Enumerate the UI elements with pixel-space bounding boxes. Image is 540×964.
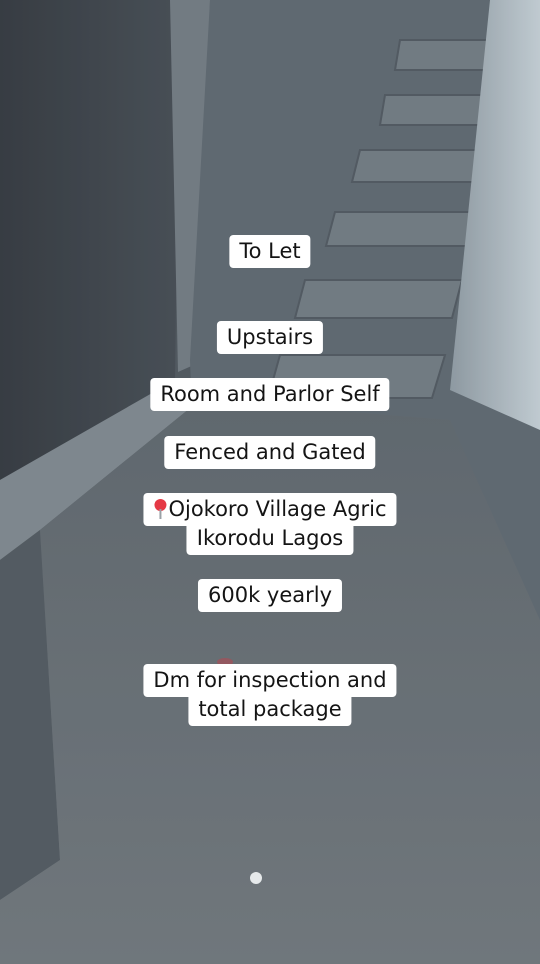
caption-location: Ojokoro Village Agric Ikorodu Lagos	[143, 493, 397, 555]
caption-upstairs: Upstairs	[216, 321, 324, 354]
caption-location-line2-box: Ikorodu Lagos	[186, 522, 354, 555]
caption-contact-line2: total package	[198, 697, 342, 721]
caption-room-type-text: Room and Parlor Self	[150, 378, 390, 411]
staircase-background	[0, 0, 540, 964]
caption-contact-line2-box: total package	[188, 693, 352, 726]
caption-to-let-text: To Let	[229, 235, 311, 268]
caption-to-let: To Let	[229, 235, 311, 268]
caption-security: Fenced and Gated	[164, 436, 376, 469]
caption-price: 600k yearly	[197, 579, 343, 612]
caption-location-line2: Ikorodu Lagos	[196, 526, 344, 550]
caption-contact: Dm for inspection and total package	[143, 664, 397, 726]
caption-location-line1: Ojokoro Village Agric	[168, 497, 387, 521]
caption-contact-line1: Dm for inspection and	[153, 668, 387, 692]
round-pushpin-icon	[153, 499, 167, 519]
caption-upstairs-text: Upstairs	[216, 321, 324, 354]
caption-room-type: Room and Parlor Self	[150, 378, 390, 411]
caption-price-text: 600k yearly	[197, 579, 343, 612]
video-frame: To Let Upstairs Room and Parlor Self Fen…	[0, 0, 540, 964]
caption-security-text: Fenced and Gated	[164, 436, 376, 469]
